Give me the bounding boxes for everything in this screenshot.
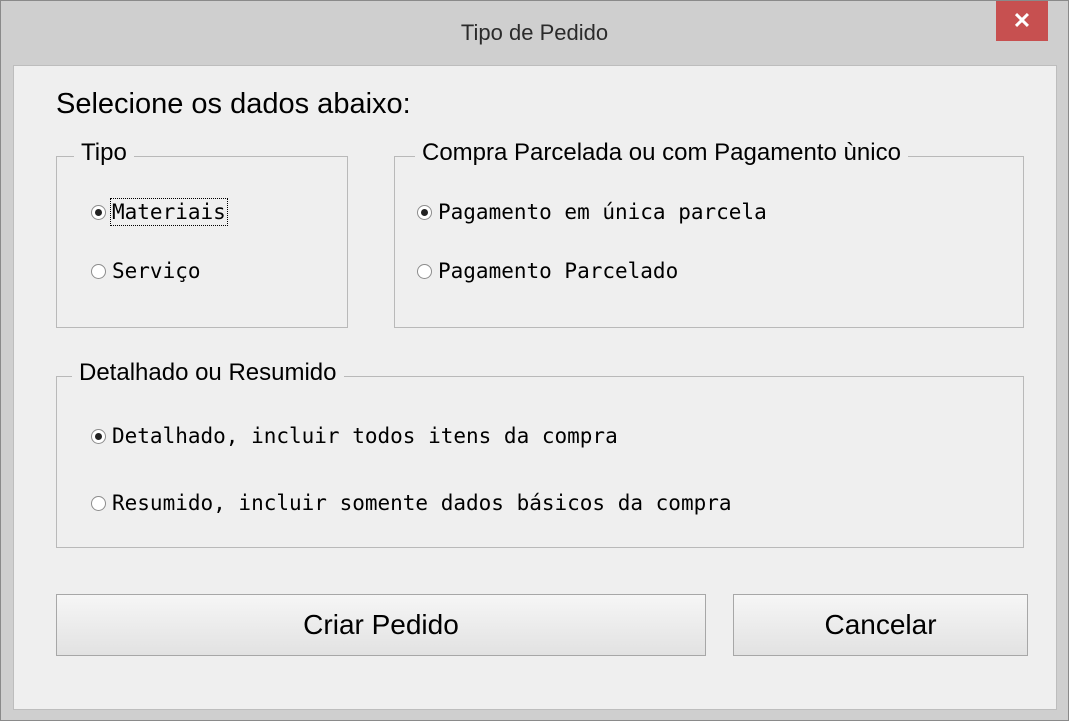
radio-materiais-indicator[interactable] <box>91 204 106 220</box>
radio-materiais[interactable]: Materiais <box>91 198 228 226</box>
radio-pagamento-unico-label[interactable]: Pagamento em única parcela <box>438 200 767 224</box>
dialog-body: Selecione os dados abaixo: Tipo Materiai… <box>13 65 1057 710</box>
close-button[interactable]: ✕ <box>996 1 1048 41</box>
group-compra-legend: Compra Parcelada ou com Pagamento ùnico <box>415 139 908 167</box>
dialog-window: Tipo de Pedido ✕ Selecione os dados abai… <box>0 0 1069 721</box>
close-icon: ✕ <box>1012 8 1032 33</box>
group-compra: Compra Parcelada ou com Pagamento ùnico … <box>394 139 1024 328</box>
radio-servico[interactable]: Serviço <box>91 259 201 283</box>
radio-detalhado-label[interactable]: Detalhado, incluir todos itens da compra <box>112 424 618 448</box>
radio-resumido[interactable]: Resumido, incluir somente dados básicos … <box>91 491 732 515</box>
title-bar[interactable]: Tipo de Pedido ✕ <box>1 1 1068 65</box>
group-detalhe-legend: Detalhado ou Resumido <box>72 359 344 387</box>
group-tipo: Tipo Materiais Serviço <box>56 139 348 328</box>
radio-resumido-indicator[interactable] <box>91 495 106 511</box>
radio-servico-indicator[interactable] <box>91 263 106 279</box>
window-title: Tipo de Pedido <box>460 20 609 45</box>
radio-pagamento-parcelado[interactable]: Pagamento Parcelado <box>417 259 678 283</box>
criar-pedido-button[interactable]: Criar Pedido <box>56 594 706 656</box>
radio-servico-label[interactable]: Serviço <box>112 259 201 283</box>
radio-detalhado-indicator[interactable] <box>91 428 106 444</box>
radio-pagamento-parcelado-label[interactable]: Pagamento Parcelado <box>438 259 678 283</box>
radio-resumido-label[interactable]: Resumido, incluir somente dados básicos … <box>112 491 732 515</box>
radio-pagamento-parcelado-indicator[interactable] <box>417 263 432 279</box>
group-detalhe: Detalhado ou Resumido Detalhado, incluir… <box>56 359 1024 548</box>
group-tipo-legend: Tipo <box>74 139 134 167</box>
radio-pagamento-unico[interactable]: Pagamento em única parcela <box>417 200 767 224</box>
radio-detalhado[interactable]: Detalhado, incluir todos itens da compra <box>91 424 618 448</box>
cancelar-button[interactable]: Cancelar <box>733 594 1028 656</box>
dialog-heading: Selecione os dados abaixo: <box>56 88 411 120</box>
radio-pagamento-unico-indicator[interactable] <box>417 204 432 220</box>
radio-materiais-label[interactable]: Materiais <box>110 198 228 226</box>
